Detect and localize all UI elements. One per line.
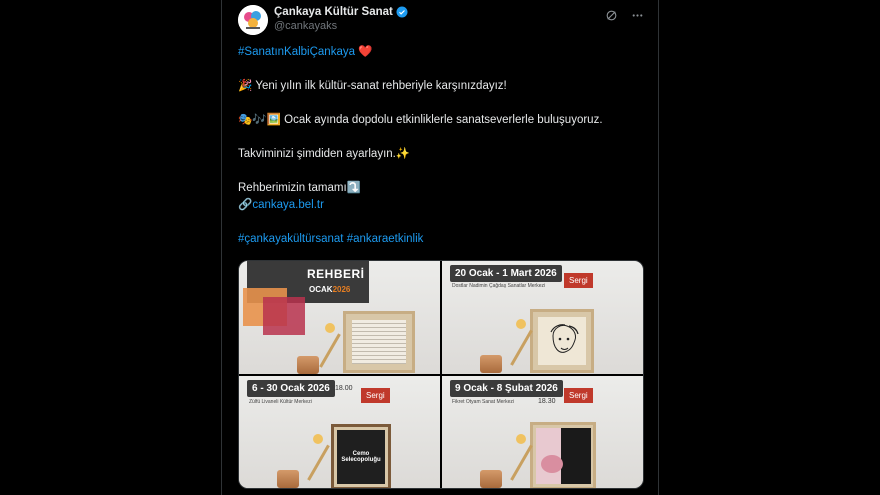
portrait-sketch-icon — [550, 324, 579, 353]
event-date: 20 Ocak - 1 Mart 2026 — [450, 265, 562, 282]
tweet-line-1: Yeni yılın ilk kültür-sanat rehberiyle k… — [255, 80, 507, 92]
verified-icon — [396, 6, 408, 18]
tweet-line-2: Ocak ayında dopdolu etkinliklerle sanats… — [284, 114, 603, 126]
poster-title: Cemo Selecopoluğu — [341, 450, 381, 463]
arrow-down-icon: ⤵️ — [346, 182, 361, 194]
website-link[interactable]: cankaya.bel.tr — [252, 199, 324, 211]
decor-square — [263, 297, 305, 335]
tweet-line-3: Takviminizi şimdiden ayarlayın. — [238, 148, 396, 160]
hashtag-link[interactable]: #çankayakültürsanat — [238, 233, 343, 245]
event-type-badge: Sergi — [361, 387, 390, 403]
sparkles-icon: ✨ — [395, 148, 411, 160]
frame: Cemo Selecopoluğu — [331, 423, 391, 488]
event-time: 18.30 — [538, 397, 556, 405]
media-image-3[interactable]: 6 - 30 Ocak 2026 18.00 Zülfü Livaneli Kü… — [239, 375, 440, 488]
display-name[interactable]: Çankaya Kültür Sanat — [274, 6, 393, 18]
guide-title: REHBERİ — [307, 267, 365, 281]
tweet-panel: Çankaya Kültür Sanat @cankayaks #Sanatın… — [221, 0, 659, 495]
tweet-header: Çankaya Kültür Sanat @cankayaks — [238, 5, 644, 41]
event-venue: Dostlar Nadimin Çağdaş Sanatlar Merkezi — [452, 283, 546, 289]
event-type-badge: Sergi — [564, 273, 593, 288]
grok-icon[interactable] — [604, 8, 618, 22]
event-type-badge: Sergi — [564, 387, 593, 403]
avatar[interactable] — [238, 5, 268, 35]
arts-icons: 🎭🎶🖼️ — [238, 114, 281, 126]
tweet-text: #SanatınKalbiÇankaya ❤️ 🎉 Yeni yılın ilk… — [238, 44, 644, 248]
media-image-2[interactable]: 20 Ocak - 1 Mart 2026 Dostlar Nadimin Ça… — [442, 261, 643, 374]
more-icon[interactable] — [630, 8, 644, 22]
logo-icon — [238, 5, 268, 35]
media-image-4[interactable]: 9 Ocak - 8 Şubat 2026 Fikret Otyam Sanat… — [442, 375, 643, 488]
party-icon: 🎉 — [238, 80, 253, 92]
event-venue: Fikret Otyam Sanat Merkezi — [452, 398, 514, 405]
tweet-line-4: Rehberimizin tamamı — [238, 182, 347, 194]
media-image-1[interactable]: REHBERİ OCAK2026 — [239, 261, 440, 374]
frame — [530, 421, 596, 488]
event-time: 18.00 — [335, 384, 353, 392]
link-icon: 🔗 — [238, 199, 253, 211]
media-grid: REHBERİ OCAK2026 20 Ocak - 1 Mart 2026 D… — [238, 260, 644, 489]
frame — [530, 309, 594, 373]
frame — [343, 311, 415, 373]
heart-icon: ❤️ — [358, 46, 373, 58]
event-venue: Zülfü Livaneli Kültür Merkezi — [249, 398, 312, 405]
event-date: 6 - 30 Ocak 2026 — [247, 379, 335, 397]
event-date: 9 Ocak - 8 Şubat 2026 — [450, 379, 563, 397]
hashtag-link[interactable]: #ankaraetkinlik — [347, 233, 424, 245]
guide-month: OCAK2026 — [309, 285, 351, 294]
hashtag-link[interactable]: #SanatınKalbiÇankaya — [238, 46, 355, 58]
handle[interactable]: @cankayaks — [274, 20, 408, 32]
